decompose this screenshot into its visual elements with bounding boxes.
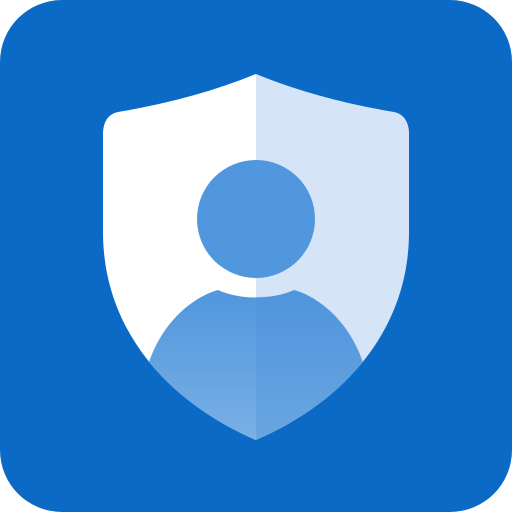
user-head-icon [197, 160, 315, 278]
app-icon[interactable] [0, 0, 512, 512]
user-shield-icon [0, 0, 512, 512]
